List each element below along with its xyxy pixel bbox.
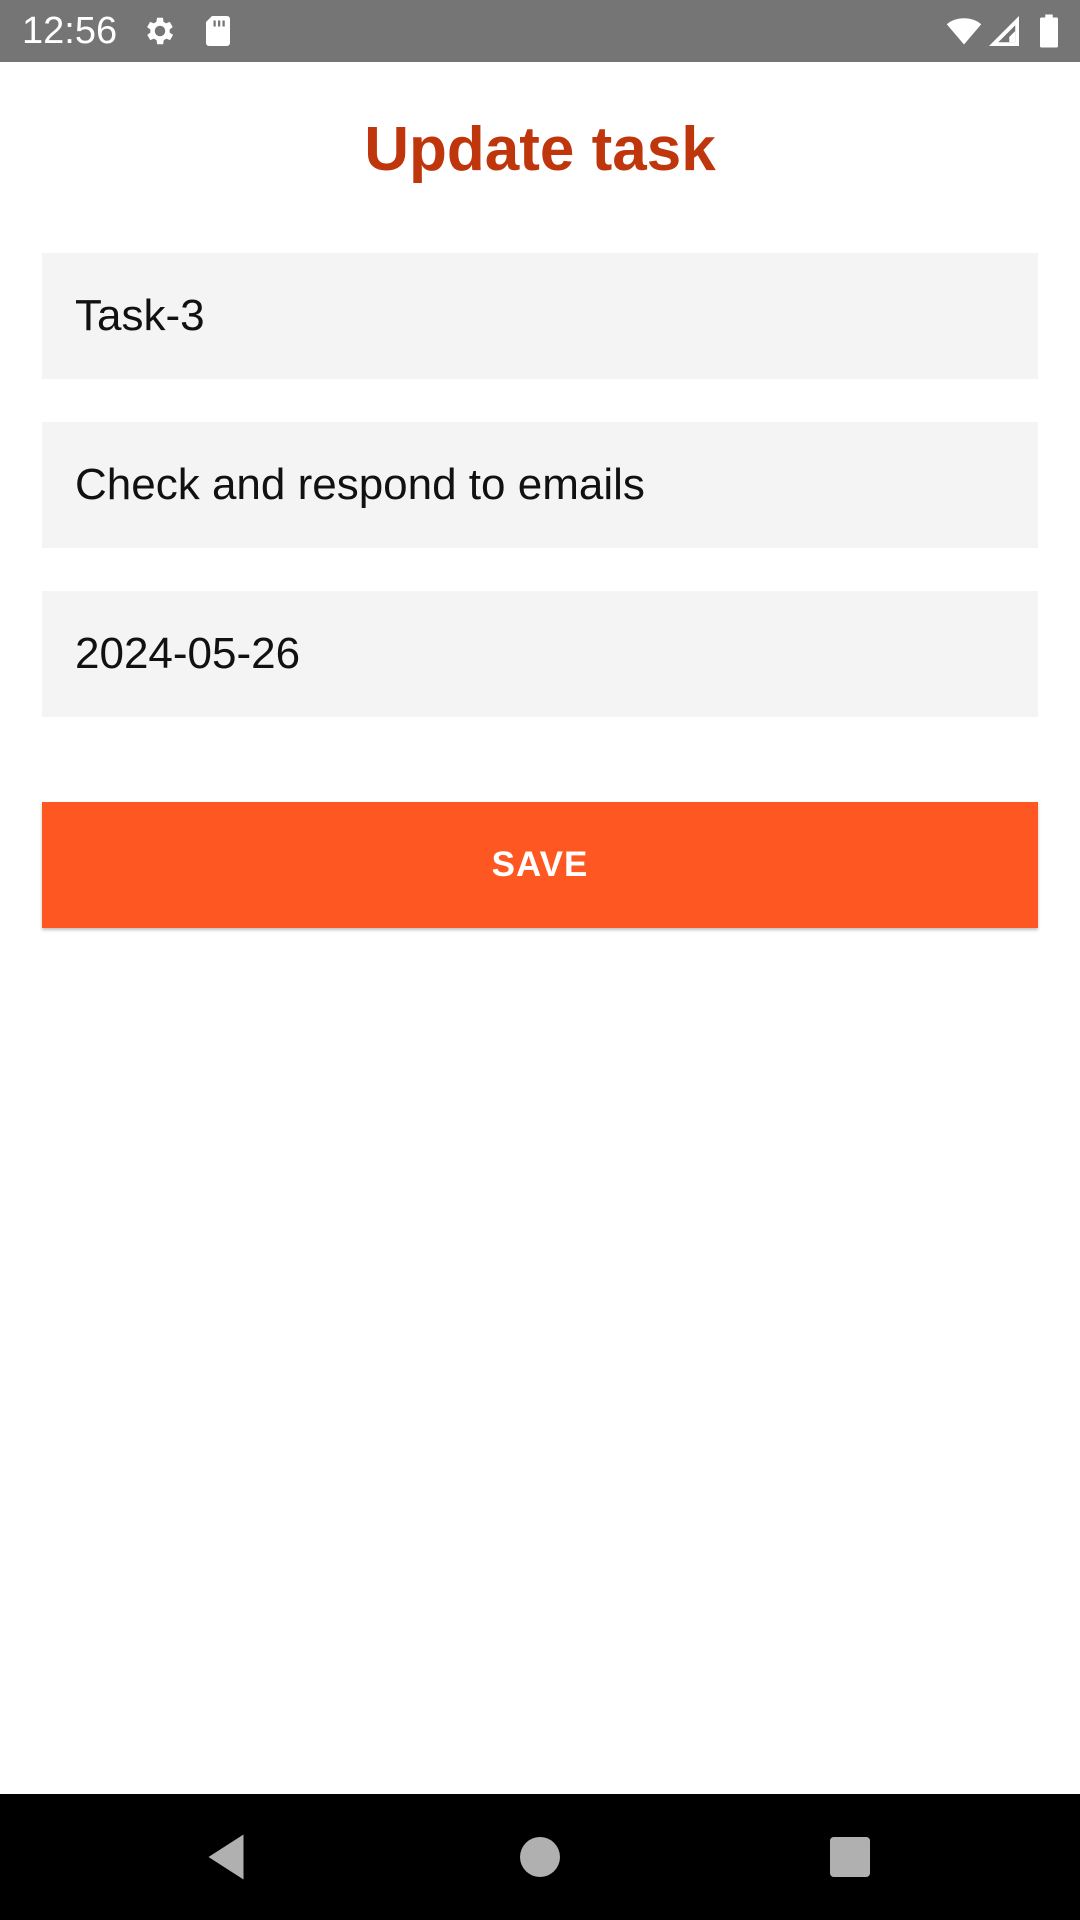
- wifi-icon: [944, 13, 984, 49]
- task-date-field[interactable]: 2024-05-26: [42, 591, 1038, 717]
- status-time: 12:56: [22, 10, 118, 52]
- task-description-field[interactable]: Check and respond to emails: [42, 422, 1038, 548]
- task-description-value: Check and respond to emails: [75, 460, 645, 509]
- sd-card-icon: [200, 13, 236, 49]
- page-title: Update task: [364, 115, 716, 184]
- status-bar: 12:56: [0, 0, 1080, 62]
- save-button-label: SAVE: [491, 845, 589, 884]
- recents-icon[interactable]: [820, 1827, 880, 1887]
- back-icon[interactable]: [196, 1827, 256, 1887]
- task-name-field[interactable]: Task-3: [42, 253, 1038, 379]
- task-date-value: 2024-05-26: [75, 629, 301, 678]
- home-icon[interactable]: [510, 1827, 570, 1887]
- settings-icon: [142, 13, 178, 49]
- screen: 12:56 Update task Task-3 Check and respo…: [0, 0, 1080, 1920]
- task-name-value: Task-3: [75, 291, 205, 340]
- battery-icon: [1036, 13, 1062, 49]
- save-button[interactable]: SAVE: [42, 802, 1038, 928]
- signal-icon: [986, 13, 1022, 49]
- navigation-bar: [0, 1794, 1080, 1920]
